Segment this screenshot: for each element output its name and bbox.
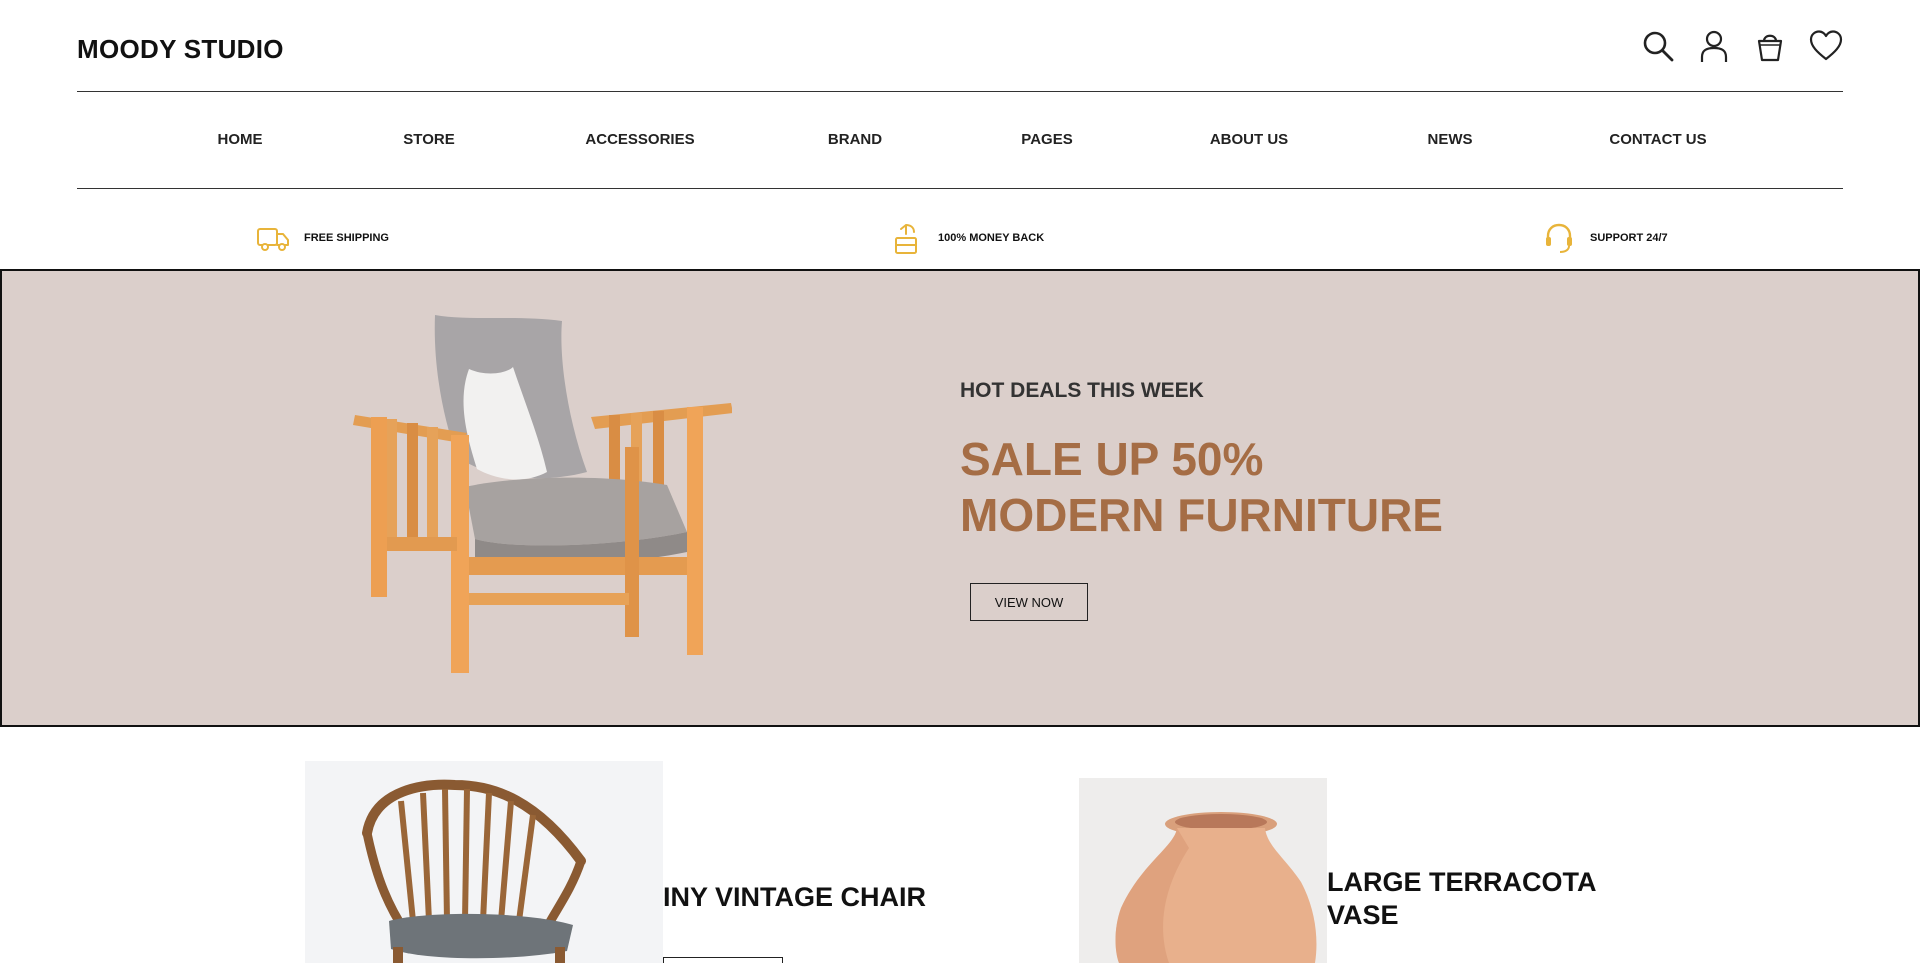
product-name[interactable]: LARGE TERRACOTA VASE <box>1327 866 1597 932</box>
site-header: MOODY STUDIO <box>77 0 1843 92</box>
feature-label: 100% MONEY BACK <box>938 232 1045 244</box>
header-icons <box>1641 29 1843 63</box>
feature-money-back: 100% MONEY BACK <box>890 221 1044 255</box>
hero-subtitle: HOT DEALS THIS WEEK <box>960 379 1204 402</box>
user-icon[interactable] <box>1697 29 1731 63</box>
product-button[interactable] <box>663 957 783 963</box>
product-name-line: VASE <box>1327 900 1399 930</box>
armchair-image <box>353 315 732 673</box>
features-strip: FREE SHIPPING 100% MONEY BACK SUPPORT 24… <box>0 221 1920 261</box>
nav-item-news[interactable]: NEWS <box>1428 131 1473 148</box>
nav-item-pages[interactable]: PAGES <box>1021 131 1072 148</box>
truck-icon <box>257 228 289 251</box>
nav-item-about-us[interactable]: ABOUT US <box>1210 131 1288 148</box>
terracotta-vase-image <box>1115 812 1317 963</box>
hero-banner: HOT DEALS THIS WEEK SALE UP 50% MODERN F… <box>0 269 1920 727</box>
product-card: LARGE TERRACOTA VASE <box>1079 778 1599 963</box>
hero-title-line: SALE UP 50% <box>960 433 1264 485</box>
brand-logo[interactable]: MOODY STUDIO <box>77 34 284 65</box>
hero-title: SALE UP 50% MODERN FURNITURE <box>960 431 1443 543</box>
money-back-icon <box>895 224 917 254</box>
nav-item-brand[interactable]: BRAND <box>828 131 882 148</box>
feature-label: FREE SHIPPING <box>304 232 389 244</box>
feature-support: SUPPORT 24/7 <box>1542 221 1668 255</box>
nav-item-store[interactable]: STORE <box>403 131 454 148</box>
product-card: INY VINTAGE CHAIR <box>305 761 926 963</box>
headset-icon <box>1546 223 1572 253</box>
feature-label: SUPPORT 24/7 <box>1590 232 1668 244</box>
nav-item-contact-us[interactable]: CONTACT US <box>1609 131 1706 148</box>
product-image[interactable] <box>305 761 663 963</box>
heart-icon[interactable] <box>1809 29 1843 63</box>
nav-item-home[interactable]: HOME <box>218 131 263 148</box>
wooden-chair-image <box>362 779 586 963</box>
view-now-button[interactable]: VIEW NOW <box>970 583 1088 621</box>
product-name-line: LARGE TERRACOTA <box>1327 867 1597 897</box>
feature-free-shipping: FREE SHIPPING <box>256 221 389 255</box>
hero-title-line: MODERN FURNITURE <box>960 489 1443 541</box>
product-image[interactable] <box>1079 778 1327 963</box>
nav-item-accessories[interactable]: ACCESSORIES <box>585 131 694 148</box>
main-nav: HOME STORE ACCESSORIES BRAND PAGES ABOUT… <box>77 92 1843 189</box>
search-icon[interactable] <box>1641 29 1675 63</box>
basket-icon[interactable] <box>1753 29 1787 63</box>
product-name[interactable]: INY VINTAGE CHAIR <box>663 881 926 914</box>
